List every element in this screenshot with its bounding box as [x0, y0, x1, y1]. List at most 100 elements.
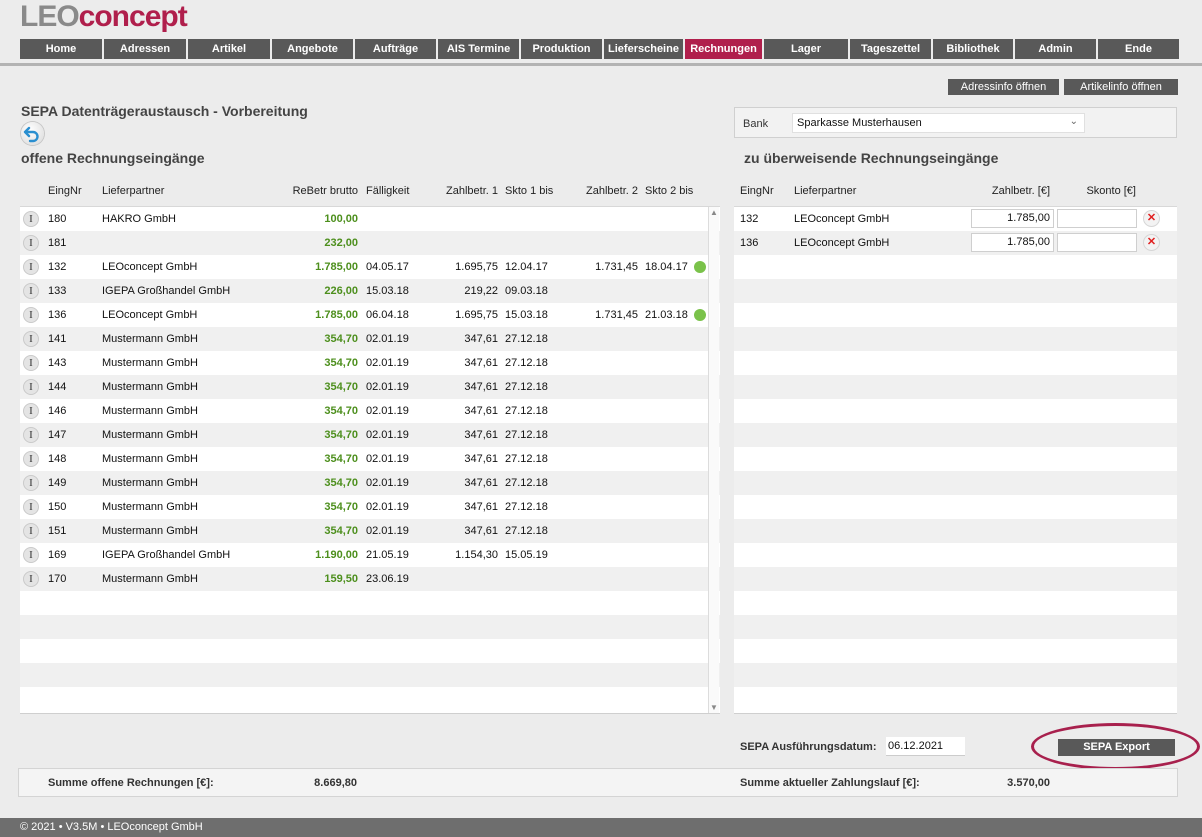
- leoconcept-logo: LEOconcept: [20, 2, 188, 32]
- info-icon[interactable]: I: [23, 451, 39, 467]
- cell-zahlbetr-2: [568, 495, 638, 519]
- nav-tab[interactable]: Admin: [1015, 39, 1096, 59]
- info-icon[interactable]: I: [23, 571, 39, 587]
- delete-x-icon[interactable]: ✕: [1143, 234, 1160, 251]
- nav-tab[interactable]: Home: [20, 39, 102, 59]
- cell-zahlbetr-1: 347,61: [464, 333, 498, 345]
- cell-skto-1-bis: 27.12.18: [505, 357, 548, 369]
- cell-eingnr: 144: [48, 381, 67, 393]
- cell-eingnr: 143: [48, 357, 67, 369]
- open-invoices-heading: offene Rechnungseingänge: [21, 150, 205, 166]
- table-row: I 151 Mustermann GmbH 354,70 02.01.19 347,61 2…: [20, 519, 720, 543]
- info-icon[interactable]: I: [23, 403, 39, 419]
- cell-zahlbetr-2: [568, 471, 638, 495]
- skonto-input[interactable]: [1057, 209, 1137, 228]
- info-icon[interactable]: I: [23, 283, 39, 299]
- info-icon[interactable]: I: [23, 211, 39, 227]
- bank-select[interactable]: Sparkasse Musterhausen ⌄: [792, 113, 1085, 133]
- scroll-down-icon[interactable]: ▼: [709, 703, 719, 712]
- nav-tab[interactable]: Ende: [1098, 39, 1179, 59]
- empty-row: [734, 471, 1177, 495]
- nav-tab[interactable]: Artikel: [188, 39, 270, 59]
- empty-row: [734, 639, 1177, 663]
- cell-rebetr-brutto: 354,70: [324, 405, 358, 417]
- cell-skto-1-bis: 27.12.18: [505, 501, 548, 513]
- cell-rebetr-brutto: 354,70: [324, 357, 358, 369]
- cell-faelligkeit: 02.01.19: [366, 477, 409, 489]
- nav-tab[interactable]: AIS Termine: [438, 39, 519, 59]
- info-icon[interactable]: I: [23, 379, 39, 395]
- main-nav: Home Adressen Artikel Angebote Aufträge AIS T…: [20, 39, 1181, 59]
- info-icon[interactable]: I: [23, 307, 39, 323]
- table-row: I 144 Mustermann GmbH 354,70 02.01.19 347,61 2…: [20, 375, 720, 399]
- cell-skto-1-bis: 15.03.18: [505, 309, 548, 321]
- cell-lieferpartner: IGEPA Großhandel GmbH: [102, 549, 231, 561]
- empty-row: [734, 663, 1177, 687]
- col-skto-1-bis: Skto 1 bis: [505, 185, 554, 197]
- nav-tab[interactable]: Produktion: [521, 39, 602, 59]
- cell-eingnr: 180: [48, 213, 67, 225]
- cell-eingnr: 150: [48, 501, 67, 513]
- sepa-date-input[interactable]: 06.12.2021: [886, 737, 965, 756]
- info-icon[interactable]: I: [23, 523, 39, 539]
- skonto-input[interactable]: [1057, 233, 1137, 252]
- cell-zahlbetr-2: [568, 279, 638, 303]
- nav-tab[interactable]: Aufträge: [355, 39, 436, 59]
- delete-x-icon[interactable]: ✕: [1143, 210, 1160, 227]
- info-icon[interactable]: I: [23, 259, 39, 275]
- cell-zahlbetr-1: 347,61: [464, 405, 498, 417]
- cell-rebetr-brutto: 354,70: [324, 453, 358, 465]
- table-row: I 143 Mustermann GmbH 354,70 02.01.19 347,61 2…: [20, 351, 720, 375]
- cell-faelligkeit: 02.01.19: [366, 429, 409, 441]
- adressinfo-button[interactable]: Adressinfo öffnen: [948, 79, 1059, 95]
- nav-tab[interactable]: Tageszettel: [850, 39, 931, 59]
- cell-zahlbetr-2: [568, 207, 638, 231]
- info-icon[interactable]: I: [23, 355, 39, 371]
- back-arrow-icon[interactable]: [21, 122, 44, 145]
- nav-tab[interactable]: Lieferscheine: [604, 39, 683, 59]
- cell-lieferpartner: IGEPA Großhandel GmbH: [102, 285, 231, 297]
- cell-skto-1-bis: 27.12.18: [505, 333, 548, 345]
- table-row: I 150 Mustermann GmbH 354,70 02.01.19 347,61 2…: [20, 495, 720, 519]
- info-icon[interactable]: I: [23, 235, 39, 251]
- col-rebetr-brutto: ReBetr brutto: [292, 185, 358, 197]
- cell-faelligkeit: 02.01.19: [366, 381, 409, 393]
- cell-zahlbetr-1: 219,22: [464, 285, 498, 297]
- nav-tab[interactable]: Rechnungen: [685, 39, 762, 59]
- cell-zahlbetr-2: [568, 447, 638, 471]
- empty-row: [734, 423, 1177, 447]
- zahlbetr-input[interactable]: 1.785,00: [971, 233, 1054, 252]
- right-table-header: EingNr Lieferpartner Zahlbetr. [€] Skont…: [734, 185, 1177, 199]
- col-lieferpartner: Lieferpartner: [102, 185, 165, 197]
- empty-row: [734, 543, 1177, 567]
- cell-faelligkeit: 04.05.17: [366, 261, 409, 273]
- nav-tab[interactable]: Lager: [764, 39, 848, 59]
- nav-tab[interactable]: Angebote: [272, 39, 353, 59]
- zahlbetr-input[interactable]: 1.785,00: [971, 209, 1054, 228]
- info-icon[interactable]: I: [23, 427, 39, 443]
- cell-lieferpartner: Mustermann GmbH: [102, 405, 198, 417]
- status-dot-icon: [694, 261, 706, 273]
- cell-rebetr-brutto: 1.190,00: [315, 549, 358, 561]
- nav-tab[interactable]: Adressen: [104, 39, 186, 59]
- cell-rebetr-brutto: 226,00: [324, 285, 358, 297]
- table-row: I 169 IGEPA Großhandel GmbH 1.190,00 21.05.1…: [20, 543, 720, 567]
- empty-row: [734, 327, 1177, 351]
- info-icon[interactable]: I: [23, 475, 39, 491]
- table-row: I 147 Mustermann GmbH 354,70 02.01.19 347,61 2…: [20, 423, 720, 447]
- scroll-up-icon[interactable]: ▲: [709, 208, 719, 217]
- cell-eingnr: 151: [48, 525, 67, 537]
- cell-eingnr: 136: [740, 237, 759, 249]
- left-table-scrollbar[interactable]: ▲ ▼: [708, 207, 719, 713]
- info-icon[interactable]: I: [23, 331, 39, 347]
- cell-zahlbetr-1: 347,61: [464, 357, 498, 369]
- cell-skto-1-bis: 27.12.18: [505, 381, 548, 393]
- sum-open-value: 8.669,80: [314, 777, 357, 789]
- info-icon[interactable]: I: [23, 499, 39, 515]
- empty-row: [734, 495, 1177, 519]
- artikelinfo-button[interactable]: Artikelinfo öffnen: [1064, 79, 1178, 95]
- cell-zahlbetr-2: 1.731,45: [595, 261, 638, 273]
- info-icon[interactable]: I: [23, 547, 39, 563]
- nav-tab[interactable]: Bibliothek: [933, 39, 1013, 59]
- cell-zahlbetr-2: [568, 567, 638, 591]
